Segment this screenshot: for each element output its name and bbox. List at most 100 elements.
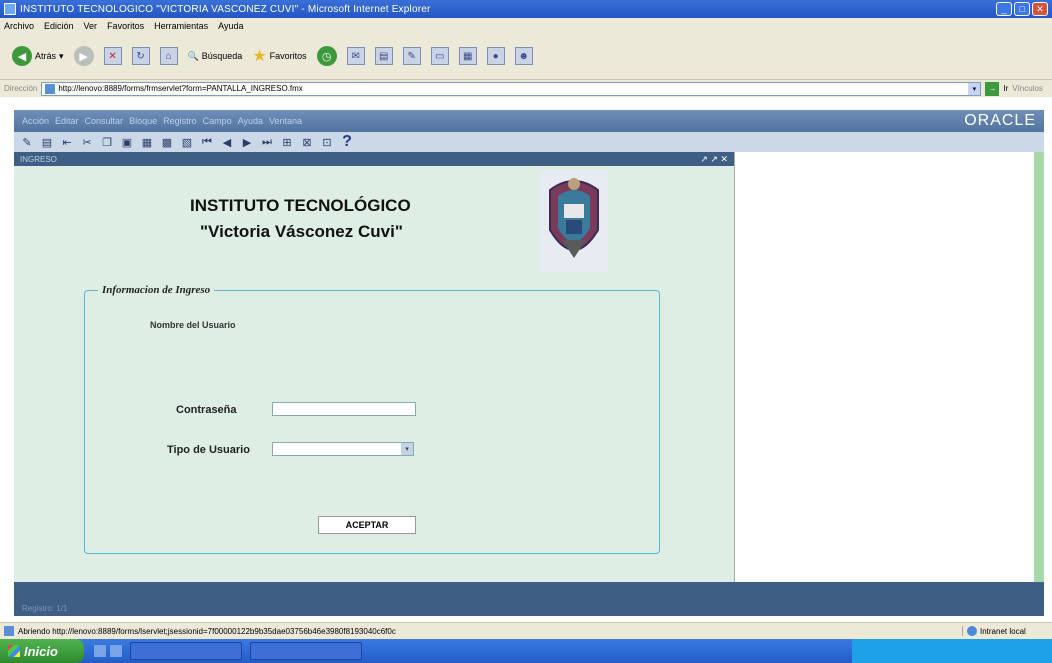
browser-status-bar: Abriendo http://lenovo:8889/forms/lservl… <box>0 622 1052 639</box>
search-icon: 🔍 <box>187 50 199 61</box>
institute-crest-icon <box>540 170 608 272</box>
menu-registro[interactable]: Registro <box>163 116 197 126</box>
exit-icon[interactable]: ⇤ <box>60 135 74 149</box>
cut-icon[interactable]: ✂ <box>80 135 94 149</box>
star-icon: ★ <box>252 48 267 65</box>
user-type-label: Tipo de Usuario <box>167 444 250 456</box>
back-button[interactable]: ◀ Atrás ▾ <box>12 46 64 66</box>
taskbar-item-1[interactable] <box>130 642 242 660</box>
quick-launch <box>94 645 122 657</box>
menu-editar[interactable]: Editar <box>55 116 79 126</box>
close-button[interactable]: ✕ <box>1032 2 1048 16</box>
lock-record-icon[interactable]: ⊡ <box>320 135 334 149</box>
ie-menubar: Archivo Edición Ver Favoritos Herramient… <box>0 18 1052 33</box>
favorites-button[interactable]: ★ Favoritos <box>252 46 306 66</box>
menu-ver[interactable]: Ver <box>84 21 98 31</box>
oracle-toolbar: ✎ ▤ ⇤ ✂ ❐ ▣ ▦ ▩ ▧ ⏮ ◀ ▶ ⏭ ⊞ ⊠ ⊡ ? <box>14 132 1044 152</box>
accept-button[interactable]: ACEPTAR <box>318 516 416 534</box>
links-label[interactable]: Vínculos <box>1012 84 1043 93</box>
search-button[interactable]: 🔍 Búsqueda <box>188 51 243 62</box>
menu-ayuda[interactable]: Ayuda <box>218 21 243 31</box>
insert-record-icon[interactable]: ⊞ <box>280 135 294 149</box>
login-form-frame: INGRESO ↗ ↗ ✕ INSTITUTO TECNOLÓGICO "Vic… <box>14 152 734 582</box>
help-icon[interactable]: ? <box>340 133 354 150</box>
menu-ventana[interactable]: Ventana <box>269 116 302 126</box>
loading-page-icon <box>4 626 14 636</box>
folder-icon[interactable]: ▭ <box>430 47 449 65</box>
taskbar-item-2[interactable] <box>250 642 362 660</box>
password-label: Contraseña <box>176 404 237 416</box>
right-blank-panel <box>734 152 1034 582</box>
oracle-forms-window: Acción Editar Consultar Bloque Registro … <box>14 110 1044 616</box>
first-record-icon[interactable]: ⏮ <box>200 135 214 149</box>
query-icon[interactable]: ▦ <box>140 135 154 149</box>
next-record-icon[interactable]: ▶ <box>240 135 254 149</box>
mail-icon[interactable]: ✉ <box>346 47 365 65</box>
quicklaunch-ie-icon[interactable] <box>94 645 106 657</box>
chevron-down-icon[interactable]: ▾ <box>968 82 981 95</box>
users-icon[interactable]: ☻ <box>514 47 533 65</box>
menu-bloque[interactable]: Bloque <box>129 116 157 126</box>
security-zone: Intranet local <box>962 626 1052 636</box>
menu-campo[interactable]: Campo <box>203 116 232 126</box>
home-icon[interactable]: ⌂ <box>159 47 178 65</box>
frame-window-controls[interactable]: ↗ ↗ ✕ <box>700 154 728 165</box>
minimize-button[interactable]: _ <box>996 2 1012 16</box>
print-icon[interactable]: ▤ <box>374 47 393 65</box>
start-label: Inicio <box>24 643 58 659</box>
messenger-icon[interactable]: ● <box>486 47 505 65</box>
stop-icon[interactable]: ✕ <box>103 47 122 65</box>
address-bar: Dirección http://lenovo:8889/forms/frmse… <box>0 79 1052 97</box>
quicklaunch-desktop-icon[interactable] <box>110 645 122 657</box>
maximize-button[interactable]: □ <box>1014 2 1030 16</box>
status-text: Abriendo http://lenovo:8889/forms/lservl… <box>18 626 396 636</box>
window-title: INSTITUTO TECNOLOGICO "VICTORIA VASCONEZ… <box>20 3 431 15</box>
delete-record-icon[interactable]: ⊠ <box>300 135 314 149</box>
refresh-icon[interactable]: ↻ <box>131 47 150 65</box>
zone-label: Intranet local <box>980 626 1026 636</box>
menu-consultar[interactable]: Consultar <box>85 116 124 126</box>
record-status: Registro: 1/1 <box>22 604 68 613</box>
frame-title: INGRESO <box>20 154 57 164</box>
cancel-query-icon[interactable]: ▧ <box>180 135 194 149</box>
group-legend: Informacion de Ingreso <box>98 284 215 296</box>
menu-accion[interactable]: Acción <box>22 116 49 126</box>
execute-query-icon[interactable]: ▩ <box>160 135 174 149</box>
paste-icon[interactable]: ▣ <box>120 135 134 149</box>
print-icon[interactable]: ▤ <box>40 135 54 149</box>
globe-icon <box>967 626 977 636</box>
institute-title: INSTITUTO TECNOLÓGICO <box>190 196 411 215</box>
start-button[interactable]: Inicio <box>0 639 84 663</box>
favorites-label: Favoritos <box>269 51 307 61</box>
back-arrow-icon: ◀ <box>12 46 32 66</box>
go-arrow-icon[interactable]: → <box>985 81 1000 96</box>
edit-icon[interactable]: ✎ <box>402 47 421 65</box>
go-label[interactable]: Ir <box>1003 84 1008 93</box>
previous-record-icon[interactable]: ◀ <box>220 135 234 149</box>
research-icon[interactable]: ▦ <box>458 47 477 65</box>
user-type-select[interactable]: ▾ <box>272 442 414 456</box>
last-record-icon[interactable]: ⏭ <box>260 135 274 149</box>
vertical-scrollbar[interactable] <box>1034 152 1044 582</box>
menu-favoritos[interactable]: Favoritos <box>107 21 144 31</box>
menu-edicion[interactable]: Edición <box>44 21 74 31</box>
password-input[interactable] <box>272 402 416 416</box>
menu-archivo[interactable]: Archivo <box>4 21 34 31</box>
ie-icon <box>4 3 16 15</box>
forward-arrow-icon[interactable]: ▶ <box>73 46 94 66</box>
windows-taskbar: Inicio <box>0 639 1052 663</box>
ie-toolbar: ◀ Atrás ▾ ▶ ✕ ↻ ⌂ 🔍 Búsqueda ★ Favoritos… <box>0 33 1052 79</box>
history-icon[interactable]: ◷ <box>316 46 337 66</box>
browser-content: Acción Editar Consultar Bloque Registro … <box>14 100 1046 620</box>
save-icon[interactable]: ✎ <box>20 135 34 149</box>
address-input[interactable]: http://lenovo:8889/forms/frmservlet?form… <box>41 81 982 96</box>
menu-ayuda-oracle[interactable]: Ayuda <box>238 116 263 126</box>
page-icon <box>45 83 56 94</box>
copy-icon[interactable]: ❐ <box>100 135 114 149</box>
chevron-down-icon: ▾ <box>59 50 64 61</box>
menu-herramientas[interactable]: Herramientas <box>154 21 208 31</box>
address-label: Dirección <box>4 84 38 93</box>
window-titlebar: INSTITUTO TECNOLOGICO "VICTORIA VASCONEZ… <box>0 0 1052 18</box>
back-label: Atrás <box>35 51 57 61</box>
chevron-down-icon[interactable]: ▾ <box>401 443 413 455</box>
